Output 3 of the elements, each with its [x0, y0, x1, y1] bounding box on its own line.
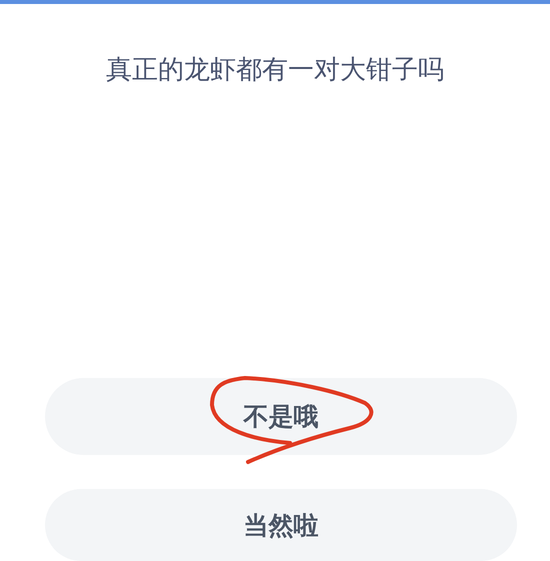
answer-option[interactable]: 当然啦 [45, 489, 517, 561]
question-text: 真正的龙虾都有一对大钳子吗 [106, 55, 444, 85]
answer-option[interactable]: 不是哦 [45, 378, 517, 455]
